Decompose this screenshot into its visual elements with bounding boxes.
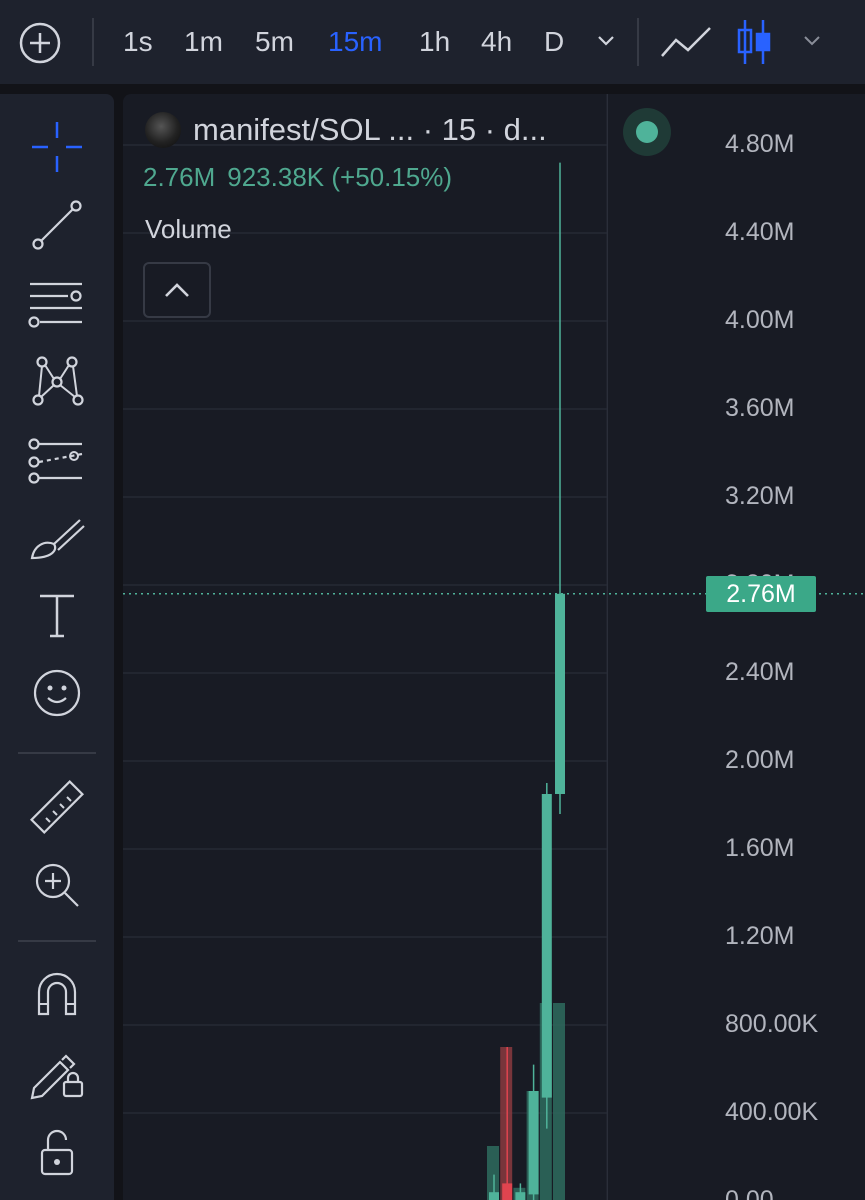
candle-body[interactable] <box>489 1192 499 1200</box>
timeframe-15m[interactable]: 15m <box>328 24 382 60</box>
chevron-down-icon[interactable] <box>802 34 822 48</box>
market-status-indicator[interactable] <box>623 108 671 156</box>
candle-body[interactable] <box>528 1091 539 1195</box>
toolbar-separator <box>18 940 96 942</box>
price-scale-separator <box>607 94 608 1200</box>
y-tick-label: 800.00K <box>725 1010 819 1038</box>
y-tick-label: 4.40M <box>725 218 795 246</box>
y-tick-label: 4.00M <box>725 306 795 334</box>
zoom-in-icon[interactable] <box>24 852 90 918</box>
candle-body[interactable] <box>515 1192 526 1200</box>
timeframe-1h[interactable]: 1h <box>419 24 450 60</box>
collapse-legend-button[interactable] <box>143 262 211 318</box>
emoji-icon[interactable] <box>24 660 90 726</box>
timeframe-4h[interactable]: 4h <box>481 24 512 60</box>
line-chart-icon[interactable] <box>660 24 712 65</box>
magnet-icon[interactable] <box>24 960 90 1026</box>
legend-values: 2.76M 923.38K (+50.15%) <box>143 162 452 193</box>
pattern-icon[interactable] <box>24 348 90 414</box>
chevron-up-icon <box>165 283 189 297</box>
y-tick-label: 3.20M <box>725 482 795 510</box>
brush-icon[interactable] <box>24 504 90 570</box>
y-tick-label: 4.80M <box>725 130 795 158</box>
y-tick-label: 2.40M <box>725 658 795 686</box>
last-value-tag: 2.76M <box>706 575 816 612</box>
token-avatar <box>145 112 181 148</box>
lock-drawing-icon[interactable] <box>24 1038 90 1104</box>
candle-body[interactable] <box>541 794 552 1098</box>
y-tick-label: 0.00 <box>725 1186 774 1200</box>
y-tick-label: 1.20M <box>725 922 795 950</box>
volume-bar <box>487 1146 499 1200</box>
fib-retracement-icon[interactable] <box>24 270 90 336</box>
y-tick-label: 1.60M <box>725 834 795 862</box>
symbol-title[interactable]: manifest/SOL ... · 15 · d... <box>193 112 547 148</box>
y-tick-label: 2.00M <box>725 746 795 774</box>
volume-label: Volume <box>145 214 232 244</box>
toolbar-separator <box>18 752 96 754</box>
timeframe-1s[interactable]: 1s <box>123 24 153 60</box>
unlock-icon[interactable] <box>24 1116 90 1182</box>
crosshair-icon[interactable] <box>24 114 90 180</box>
timeframe-d[interactable]: D <box>544 24 564 60</box>
chevron-down-icon[interactable] <box>596 34 616 48</box>
ruler-icon[interactable] <box>24 774 90 840</box>
legend-last-value: 2.76M <box>143 162 216 192</box>
candle-body[interactable] <box>555 593 565 794</box>
text-icon[interactable] <box>24 582 90 648</box>
timeframe-5m[interactable]: 5m <box>255 24 294 60</box>
chart-pane[interactable]: manifest/SOL ... · 15 · d... 2.76M 923.38… <box>123 94 865 1200</box>
y-tick-label: 3.60M <box>725 394 795 422</box>
trend-line-icon[interactable] <box>24 192 90 258</box>
timeframe-1m[interactable]: 1m <box>184 24 223 60</box>
top-toolbar: 1s 1m 5m 15m 1h 4h D <box>0 0 865 84</box>
volume-bar <box>553 1003 565 1200</box>
parallel-channel-icon[interactable] <box>24 426 90 492</box>
toolbar-separator <box>92 18 94 66</box>
volume-bar <box>500 1047 513 1200</box>
legend-change: 923.38K (+50.15%) <box>227 162 453 192</box>
candles-icon[interactable] <box>734 18 774 71</box>
candle-body[interactable] <box>502 1183 513 1200</box>
plus-circle-icon[interactable] <box>19 22 61 64</box>
y-tick-label: 400.00K <box>725 1098 819 1126</box>
toolbar-separator <box>637 18 639 66</box>
drawing-toolbar <box>0 94 114 1200</box>
